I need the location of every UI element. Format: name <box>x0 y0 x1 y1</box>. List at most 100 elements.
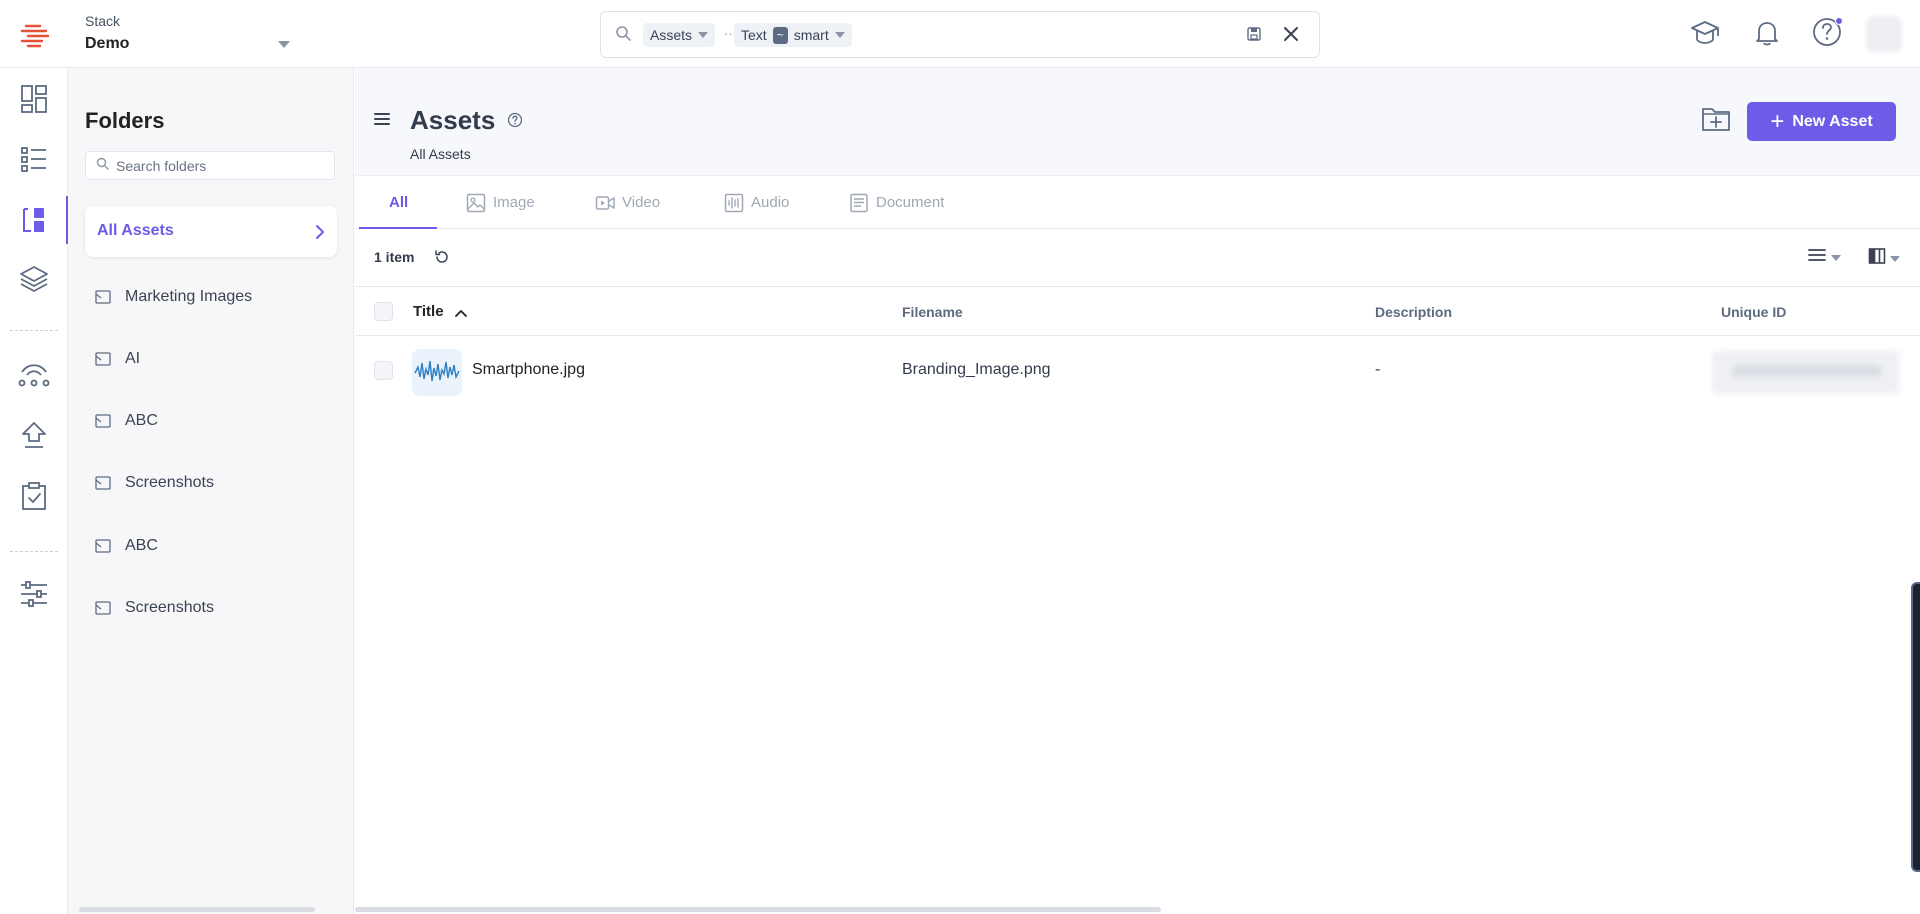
tab-label: Document <box>876 194 945 211</box>
chevron-down-icon <box>698 32 709 38</box>
help-icon[interactable] <box>507 112 523 133</box>
breadcrumb: All Assets <box>410 146 471 162</box>
folder-icon <box>95 289 111 310</box>
tab-label: All <box>389 194 409 211</box>
folder-item-label: ABC <box>125 537 158 554</box>
tab-label: Audio <box>751 194 790 211</box>
folder-item[interactable]: Screenshots <box>85 463 337 503</box>
chevron-down-icon <box>1890 255 1900 262</box>
tab-all[interactable]: All <box>389 176 408 229</box>
columns-icon <box>1868 247 1886 270</box>
table-row[interactable]: Smartphone.jpg Branding_Image.png - <box>355 336 1920 406</box>
document-icon <box>849 193 869 213</box>
tab-label: Video <box>622 194 661 211</box>
left-navigation <box>0 68 69 914</box>
tab-video[interactable]: Video <box>595 176 660 229</box>
column-header-filename[interactable]: Filename <box>902 304 963 320</box>
folder-item-label: ABC <box>125 412 158 429</box>
tab-image[interactable]: Image <box>466 176 535 229</box>
folder-item[interactable]: ABC <box>85 401 337 441</box>
cell-unique-id-redacted <box>1712 351 1899 394</box>
close-icon[interactable] <box>1281 24 1301 49</box>
list-view-toggle[interactable] <box>1807 247 1841 268</box>
item-count: 1 item <box>374 249 415 265</box>
chevron-down-icon <box>1831 254 1841 261</box>
new-asset-button[interactable]: + New Asset <box>1747 102 1896 141</box>
side-panel-handle[interactable] <box>1911 582 1920 872</box>
notification-dot <box>1835 17 1843 25</box>
cell-title[interactable]: Smartphone.jpg <box>472 361 585 379</box>
column-settings-toggle[interactable] <box>1868 247 1900 270</box>
page-title: Assets <box>410 105 496 135</box>
folder-item[interactable]: AI <box>85 339 337 379</box>
column-header-unique-id[interactable]: Unique ID <box>1721 304 1786 320</box>
settings-icon[interactable] <box>16 576 52 612</box>
folder-icon <box>95 413 111 434</box>
search-icon <box>615 25 632 47</box>
refresh-icon[interactable] <box>434 249 450 270</box>
new-asset-label: New Asset <box>1792 112 1873 130</box>
cell-filename: Branding_Image.png <box>902 361 1051 378</box>
main-content: Assets All Assets + New Asset All Image … <box>355 68 1920 914</box>
folder-item[interactable]: Screenshots <box>85 588 337 628</box>
list-view-icon <box>1807 247 1827 268</box>
new-folder-button[interactable] <box>1699 101 1733 135</box>
table-horizontal-scrollbar[interactable] <box>355 907 1161 912</box>
folder-search-box[interactable] <box>85 151 335 180</box>
tab-audio[interactable]: Audio <box>724 176 789 229</box>
folder-item-label: Screenshots <box>125 474 214 491</box>
search-operator-badge: ~ <box>772 26 788 44</box>
entries-icon[interactable] <box>16 141 52 177</box>
folder-icon <box>95 538 111 559</box>
column-header-title[interactable]: Title <box>413 303 444 320</box>
folder-item-label: AI <box>125 350 141 367</box>
assets-icon[interactable] <box>16 202 52 238</box>
select-all-checkbox[interactable] <box>374 302 393 321</box>
folder-item-label: Marketing Images <box>125 288 253 305</box>
table-header: Title Filename Description Unique ID <box>355 287 1920 336</box>
cell-description: - <box>1375 361 1381 378</box>
tab-document[interactable]: Document <box>849 176 944 229</box>
stack-switcher[interactable]: Stack Demo <box>85 11 290 57</box>
avatar[interactable] <box>1866 16 1902 52</box>
list-toolbar: 1 item <box>355 229 1920 287</box>
plus-icon: + <box>1770 107 1785 135</box>
sort-ascending-icon[interactable] <box>455 305 467 323</box>
global-search-bar[interactable]: Assets ··· Text ~ smart <box>600 11 1320 58</box>
chevron-right-icon <box>315 224 325 245</box>
deploy-icon[interactable] <box>16 417 52 453</box>
nav-divider <box>10 330 58 331</box>
folders-scrollbar[interactable] <box>79 907 315 912</box>
tab-label: Image <box>493 194 535 211</box>
folder-item[interactable]: ABC <box>85 526 337 566</box>
stacks-icon[interactable] <box>16 261 52 297</box>
folder-icon <box>95 600 111 621</box>
search-chip-module[interactable]: Assets <box>643 23 716 47</box>
audio-icon <box>724 193 744 213</box>
column-header-description[interactable]: Description <box>1375 304 1452 320</box>
releases-icon[interactable] <box>16 356 52 392</box>
folder-item-label: Screenshots <box>125 599 214 616</box>
hamburger-menu-icon[interactable] <box>374 112 390 131</box>
app-logo-icon[interactable] <box>18 20 50 50</box>
bell-icon[interactable] <box>1750 15 1784 49</box>
search-icon <box>96 157 109 175</box>
help-icon[interactable] <box>1810 15 1844 49</box>
folder-item[interactable]: Marketing Images <box>85 277 337 317</box>
folders-panel: Folders All Assets Marketing Images AI A… <box>68 68 354 914</box>
save-search-icon[interactable] <box>1246 26 1262 47</box>
folder-search-input[interactable] <box>116 157 316 174</box>
stack-label: Stack <box>85 13 121 29</box>
row-checkbox[interactable] <box>374 361 393 380</box>
academy-icon[interactable] <box>1688 15 1722 49</box>
search-chip-value: smart <box>793 27 829 43</box>
asset-thumbnail[interactable] <box>412 349 462 396</box>
nav-divider <box>10 551 58 552</box>
video-icon <box>595 194 615 212</box>
search-chip-query[interactable]: Text ~ smart <box>734 23 852 47</box>
search-chip-module-label: Assets <box>650 27 693 43</box>
tasks-icon[interactable] <box>16 478 52 514</box>
folder-item-all-assets[interactable]: All Assets <box>85 206 337 257</box>
folder-icon <box>95 351 111 372</box>
dashboard-icon[interactable] <box>16 81 52 117</box>
